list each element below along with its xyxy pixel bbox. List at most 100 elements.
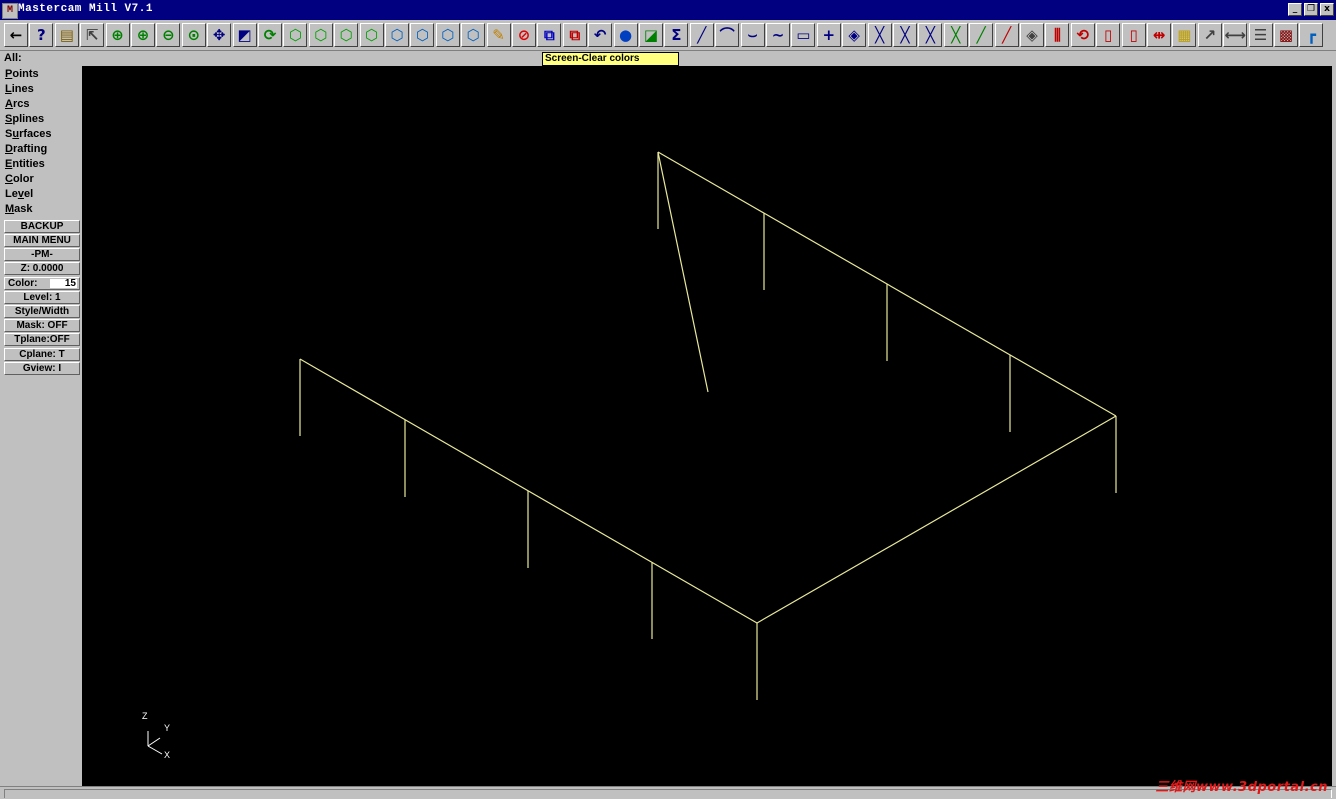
offset-button[interactable]: ⫼ [1045, 23, 1070, 47]
view-front-button[interactable]: ⬡ [308, 23, 333, 47]
zoom-window-button[interactable]: ⊕ [105, 23, 130, 47]
view-side-button[interactable]: ⬡ [334, 23, 359, 47]
point-button[interactable]: + [816, 23, 841, 47]
translate-icon: ▯ [1129, 25, 1138, 44]
undo-button[interactable]: ↶ [588, 23, 613, 47]
trim-two-button[interactable]: ╳ [893, 23, 917, 47]
calculator-button[interactable]: ▤ [54, 23, 79, 47]
clear-colors-no-icon: ⊘ [517, 25, 531, 44]
trim-button[interactable]: ╳ [867, 23, 892, 47]
zoom-fit-button[interactable]: ⊙ [181, 23, 206, 47]
back-arrow-button[interactable]: ← [4, 23, 28, 47]
zoom-out-button[interactable]: ⊖ [156, 23, 181, 47]
menu-item-lines[interactable]: Lines [5, 83, 34, 95]
clear-colors-no-button[interactable]: ⊘ [512, 23, 536, 47]
cplane-button[interactable]: Cplane: T [4, 348, 80, 361]
view-iso-icon: ⬡ [365, 25, 379, 44]
menu-item-points[interactable]: Points [5, 68, 39, 80]
zoom-in-icon: ⊕ [136, 25, 150, 44]
mirror-icon: ◈ [1026, 25, 1038, 44]
menu-item-splines[interactable]: Splines [5, 113, 44, 125]
color-button[interactable]: Color: 15 [4, 277, 80, 290]
copy-button[interactable]: ⧉ [562, 23, 587, 47]
zoom-window-icon: ⊕ [111, 25, 124, 44]
zoom-in-button[interactable]: ⊕ [131, 23, 155, 47]
analyze-button[interactable]: ⇱ [80, 23, 105, 47]
sum-button[interactable]: Σ [664, 23, 689, 47]
toolpath-button[interactable]: ☰ [1248, 23, 1273, 47]
tplane-button[interactable]: Tplane:OFF [4, 333, 80, 346]
cplane-side-button[interactable]: ⬡ [435, 23, 460, 47]
z-depth-button[interactable]: Z: 0.0000 [4, 262, 80, 275]
style-width-button[interactable]: Style/Width [4, 305, 80, 318]
close-button[interactable]: x [1320, 3, 1334, 16]
divide-button[interactable]: ╳ [943, 23, 968, 47]
stretch-button[interactable]: ⇹ [1147, 23, 1171, 47]
color-value: 15 [50, 279, 77, 289]
menu-item-drafting[interactable]: Drafting [5, 143, 47, 155]
main-menu-button[interactable]: MAIN MENU [4, 234, 80, 247]
cplane-3d-button[interactable]: ⬡ [461, 23, 486, 47]
fillet-button[interactable]: ⌣ [740, 23, 765, 47]
line-button[interactable]: ╱ [689, 23, 714, 47]
prompt-label: All: [4, 52, 22, 64]
wireframe-edge [756, 415, 1117, 624]
cplane-front-button[interactable]: ⬡ [410, 23, 435, 47]
extend-button[interactable]: ╱ [969, 23, 994, 47]
menu-item-level[interactable]: Level [5, 188, 33, 200]
rotate-view-button[interactable]: ⟳ [258, 23, 282, 47]
rectangle-icon: ▭ [796, 25, 811, 44]
minimize-button[interactable]: _ [1288, 3, 1302, 16]
dimension-button[interactable]: ⟷ [1223, 23, 1248, 47]
transform-button[interactable]: ⧉ [537, 23, 562, 47]
zoom-out-icon: ⊖ [162, 25, 175, 44]
view-top-button[interactable]: ⬡ [283, 23, 308, 47]
offset-icon: ⫼ [1053, 25, 1061, 44]
view-iso-button[interactable]: ⬡ [359, 23, 384, 47]
spline-button[interactable]: ∼ [766, 23, 790, 47]
menu-item-surfaces[interactable]: Surfaces [5, 128, 52, 140]
gview-button[interactable]: Gview: I [4, 362, 80, 375]
menu-item-color[interactable]: Color [5, 173, 34, 185]
mask-button[interactable]: Mask: OFF [4, 319, 80, 332]
restore-button[interactable]: ❐ [1304, 3, 1318, 16]
rectangle-button[interactable]: ▭ [791, 23, 816, 47]
scale-button[interactable]: ▯ [1096, 23, 1121, 47]
xyz-button[interactable]: ↗ [1197, 23, 1222, 47]
trim-two-icon: ╳ [900, 25, 910, 44]
xyz-icon: ↗ [1203, 25, 1217, 44]
break-icon: ╱ [1002, 25, 1012, 44]
cplane-top-button[interactable]: ⬡ [385, 23, 409, 47]
backup-button[interactable]: BACKUP [4, 220, 80, 233]
chamfer-button[interactable]: ◈ [842, 23, 867, 47]
translate-button[interactable]: ▯ [1121, 23, 1146, 47]
clear-colors-button[interactable]: ✎ [486, 23, 511, 47]
mirror-button[interactable]: ◈ [1020, 23, 1044, 47]
level-button[interactable]: Level: 1 [4, 291, 80, 304]
shade-button[interactable]: ● [613, 23, 638, 47]
arc-button[interactable]: ⌒ [715, 23, 740, 47]
sum-icon: Σ [671, 25, 682, 44]
zoom-box-button[interactable]: ◩ [232, 23, 257, 47]
corner-button[interactable]: ┏ [1299, 23, 1324, 47]
layers-icon: ◪ [643, 25, 659, 44]
back-arrow-icon: ← [9, 25, 23, 44]
trim-three-button[interactable]: ╳ [918, 23, 943, 47]
axis-x-label: X [164, 750, 170, 760]
pan-button[interactable]: ✥ [207, 23, 232, 47]
axis-z-label: Z [142, 711, 148, 721]
help-button[interactable]: ? [29, 23, 54, 47]
break-button[interactable]: ╱ [994, 23, 1019, 47]
graphics-viewport[interactable]: Z Y X [82, 66, 1332, 786]
transform-icon: ⧉ [544, 25, 555, 44]
layers-button[interactable]: ◪ [639, 23, 663, 47]
backplot-button[interactable]: ▩ [1274, 23, 1298, 47]
grid-button[interactable]: ▦ [1172, 23, 1197, 47]
menu-item-mask[interactable]: Mask [5, 203, 33, 215]
stretch-icon: ⇹ [1152, 25, 1166, 44]
corner-icon: ┏ [1306, 25, 1316, 44]
menu-item-arcs[interactable]: Arcs [5, 98, 29, 110]
menu-item-entities[interactable]: Entities [5, 158, 45, 170]
point-icon: + [822, 25, 836, 44]
rotate-button[interactable]: ⟲ [1070, 23, 1095, 47]
